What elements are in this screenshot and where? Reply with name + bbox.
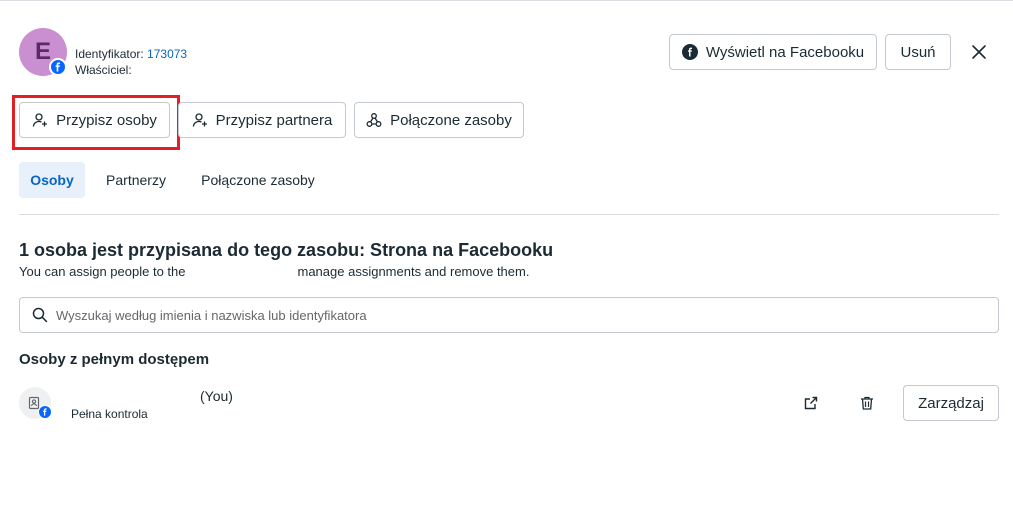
facebook-icon: [681, 44, 698, 60]
tab-partners[interactable]: Partnerzy: [96, 162, 176, 198]
page-title: 1 osoba jest przypisana do tego zasobu: …: [19, 240, 554, 260]
delete-button[interactable]: Usuń: [885, 34, 951, 70]
page-subtitle: You can assign people to the manage assig…: [19, 264, 529, 279]
connected-assets-button[interactable]: Połączone zasoby: [354, 102, 524, 138]
search-input[interactable]: [56, 307, 956, 323]
assign-people-label: Przypisz osoby: [56, 111, 157, 129]
delete-label: Usuń: [900, 43, 936, 61]
search-box[interactable]: [19, 297, 999, 333]
view-on-facebook-button[interactable]: Wyświetl na Facebooku: [669, 34, 877, 70]
person-you-label: (You): [200, 388, 233, 404]
assign-partner-label: Przypisz partnera: [215, 111, 333, 129]
trash-icon[interactable]: [855, 391, 879, 415]
subtitle-part-1: You can assign people to the: [19, 264, 186, 279]
connected-assets-icon: [366, 113, 382, 127]
subtitle-part-2: manage assignments and remove them.: [297, 264, 530, 279]
open-external-icon[interactable]: [799, 391, 823, 415]
id-value[interactable]: 173073: [147, 47, 187, 61]
view-on-facebook-label: Wyświetl na Facebooku: [705, 43, 865, 61]
owner-label: Właściciel:: [75, 63, 132, 77]
search-icon: [32, 307, 48, 323]
manage-label: Zarządzaj: [918, 394, 984, 412]
connected-assets-label: Połączone zasoby: [390, 111, 512, 129]
top-border: [0, 0, 1013, 1]
close-icon[interactable]: [969, 42, 989, 62]
tab-people[interactable]: Osoby: [19, 162, 85, 198]
asset-meta: Identyfikator: 173073 Właściciel:: [75, 46, 187, 78]
tab-connected-assets[interactable]: Połączone zasoby: [192, 162, 324, 198]
facebook-small-icon: [38, 405, 52, 419]
add-person-icon: [32, 113, 48, 127]
manage-button[interactable]: Zarządzaj: [903, 385, 999, 421]
assign-partner-button[interactable]: Przypisz partnera: [178, 102, 346, 138]
person-role: Pełna kontrola: [71, 407, 148, 421]
facebook-badge-icon: [49, 58, 67, 76]
assign-people-button[interactable]: Przypisz osoby: [19, 102, 170, 138]
section-heading: Osoby z pełnym dostępem: [19, 351, 210, 368]
tabs-divider: [19, 214, 999, 215]
avatar-letter: E: [34, 38, 51, 65]
add-partner-icon: [192, 113, 207, 127]
id-label: Identyfikator:: [75, 47, 144, 61]
